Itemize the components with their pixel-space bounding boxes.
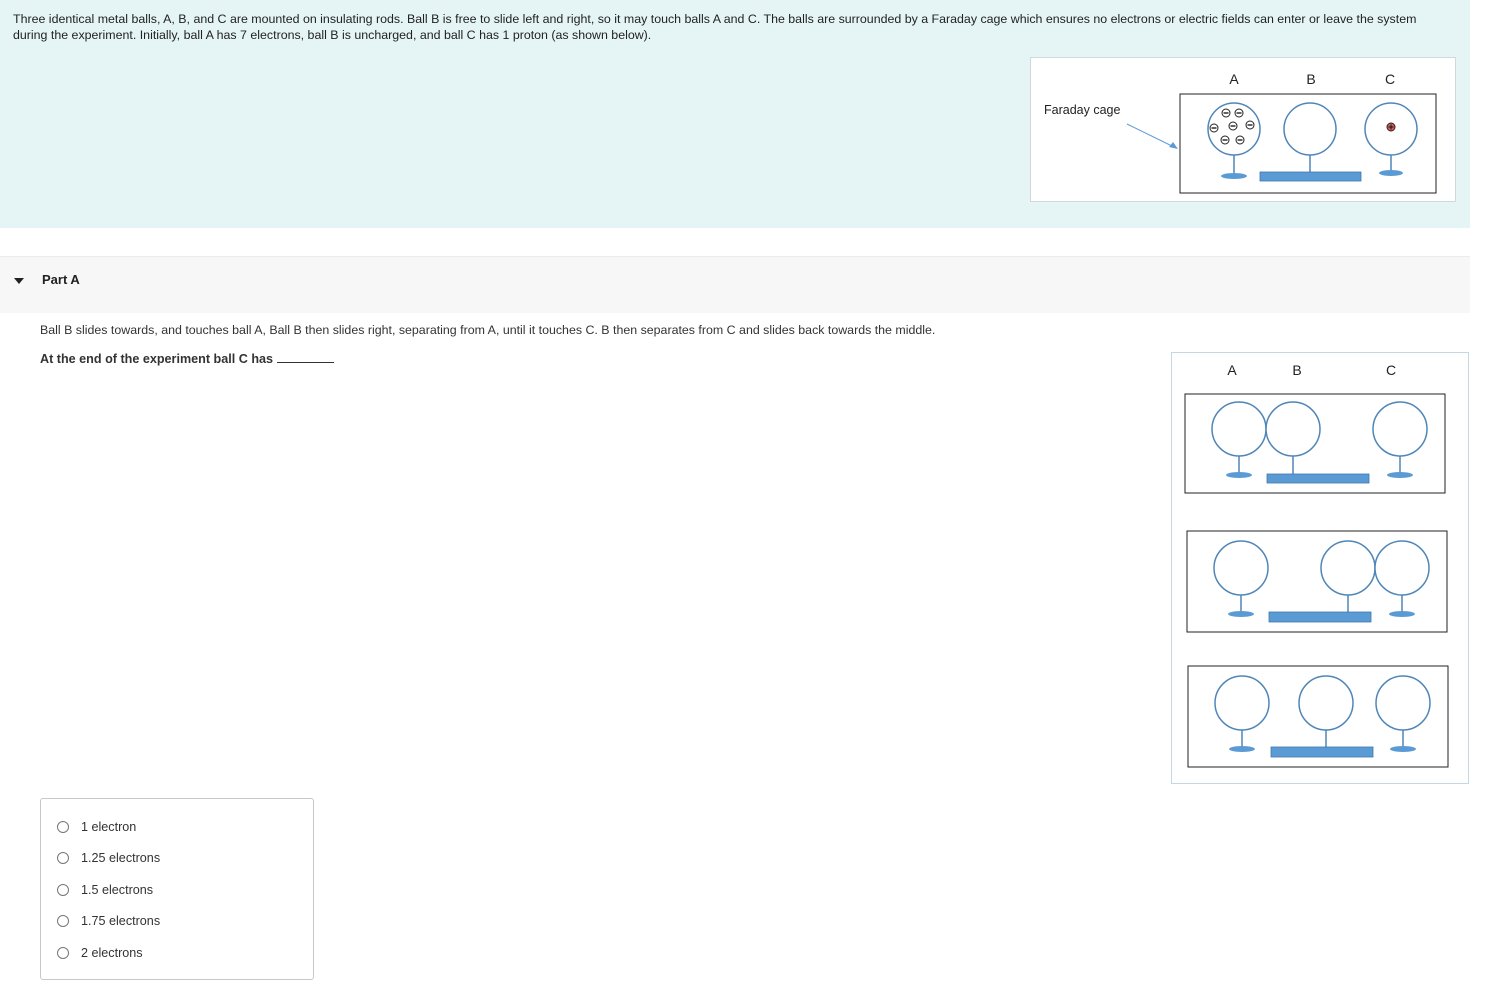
part-a-header[interactable]: Part A xyxy=(0,256,1470,313)
collapse-caret-icon[interactable] xyxy=(14,278,24,284)
choice-1-5-electrons[interactable]: 1.5 electrons xyxy=(57,882,153,898)
choice-label[interactable]: 1.75 electrons xyxy=(81,914,160,928)
prompt-text: At the end of the experiment ball C has xyxy=(40,352,274,366)
radio-button[interactable] xyxy=(57,884,69,896)
cage-arrow-line xyxy=(1126,123,1175,148)
base-a xyxy=(1221,173,1247,179)
choice-label[interactable]: 2 electrons xyxy=(81,946,143,960)
choice-label[interactable]: 1.5 electrons xyxy=(81,883,153,897)
base-c xyxy=(1379,170,1403,176)
frame-b-touches-a xyxy=(1184,393,1446,494)
frame-b-middle xyxy=(1187,665,1449,768)
choice-1-electron[interactable]: 1 electron xyxy=(57,819,136,835)
ball-b xyxy=(1283,102,1337,156)
label-a: A xyxy=(1229,71,1239,87)
faraday-cage-figure: A B C Faraday cage xyxy=(1030,57,1456,202)
sequence-figure: A B C xyxy=(1171,352,1469,784)
choice-1-25-electrons[interactable]: 1.25 electrons xyxy=(57,850,160,866)
label-a: A xyxy=(1227,362,1237,378)
label-b: B xyxy=(1292,362,1301,378)
prompt-line: At the end of the experiment ball C has xyxy=(40,352,335,366)
proton-icon xyxy=(1386,122,1396,132)
sequence-svg: A B C xyxy=(1184,362,1449,768)
label-c: C xyxy=(1386,362,1396,378)
faraday-cage-svg: A B C Faraday cage xyxy=(1044,71,1437,194)
cage-label: Faraday cage xyxy=(1044,103,1120,117)
radio-button[interactable] xyxy=(57,915,69,927)
answer-choices: 1 electron 1.25 electrons 1.5 electrons … xyxy=(40,798,314,980)
electron-icon xyxy=(1209,123,1219,133)
cage-arrow-head xyxy=(1169,142,1178,149)
choice-label[interactable]: 1 electron xyxy=(81,820,136,834)
electron-icon xyxy=(1245,120,1255,130)
electron-icon xyxy=(1235,135,1245,145)
intro-text: Three identical metal balls, A, B, and C… xyxy=(13,12,1417,42)
choice-2-electrons[interactable]: 2 electrons xyxy=(57,945,143,961)
radio-button[interactable] xyxy=(57,947,69,959)
choice-1-75-electrons[interactable]: 1.75 electrons xyxy=(57,913,160,929)
radio-button[interactable] xyxy=(57,852,69,864)
choice-label[interactable]: 1.25 electrons xyxy=(81,851,160,865)
answer-blank xyxy=(277,352,335,363)
part-a-label: Part A xyxy=(42,272,80,287)
electron-icon xyxy=(1234,108,1244,118)
electron-icon xyxy=(1221,108,1231,118)
frame-b-touches-c xyxy=(1186,530,1448,633)
base-b xyxy=(1259,171,1362,182)
electron-icon xyxy=(1228,121,1238,131)
label-b: B xyxy=(1306,71,1315,87)
label-c: C xyxy=(1385,71,1395,87)
electron-icon xyxy=(1220,135,1230,145)
radio-button[interactable] xyxy=(57,821,69,833)
intro-panel: Three identical metal balls, A, B, and C… xyxy=(0,0,1470,228)
question-text: Ball B slides towards, and touches ball … xyxy=(40,323,936,337)
